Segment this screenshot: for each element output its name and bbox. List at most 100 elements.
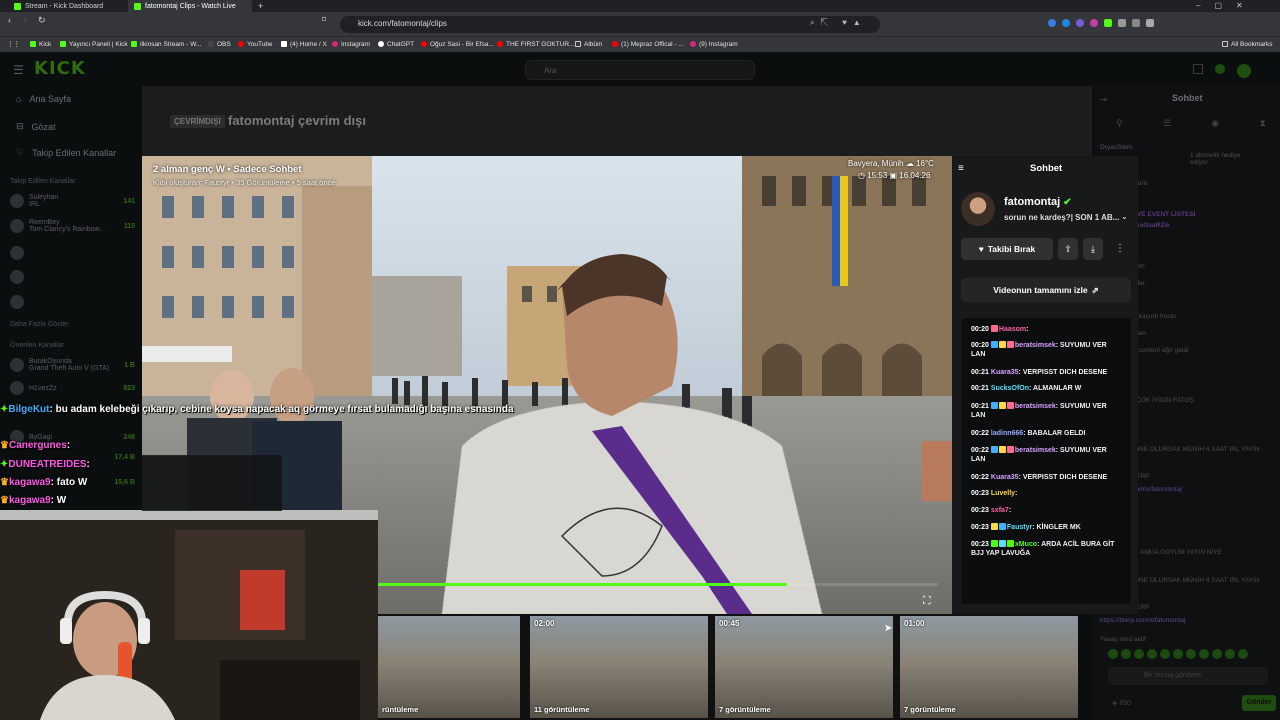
message-text: : BABALAR GELDI [1023,430,1086,437]
send-button[interactable]: Gönder [1242,695,1276,711]
message-username[interactable]: Luvelly [991,490,1015,497]
followed-channel[interactable] [10,270,135,284]
message-username[interactable]: beratsimsek [1015,342,1056,349]
followed-channel[interactable]: ReemBey Tom Clancy's Rainbow... 115 [10,219,135,233]
show-more-link[interactable]: Daha Fazla Göster [10,321,69,328]
clip-thumbnail[interactable]: 00:45 7 görüntüleme [715,616,893,718]
clip-thumbnail[interactable]: 02:00 11 görüntüleme [530,616,708,718]
bookmark-item[interactable]: Instagram [332,36,370,52]
user-badge-icon [998,540,1006,547]
message-username[interactable]: sxfa7 [991,507,1009,514]
clip-thumbnail[interactable]: rüntüleme [378,616,520,718]
nav-home[interactable]: ⌂ Ana Sayfa [16,94,71,104]
message-username[interactable]: SucksOfOn [991,385,1029,392]
header-actions[interactable] [1193,64,1253,78]
chat-message: 00:23 sxfa7: [971,507,1121,516]
fullscreen-icon[interactable]: ⛶ [923,595,931,608]
chat-message: 00:21 Kuara35: VERPISST DICH DESENE [971,369,1121,378]
chevron-down-icon[interactable]: ⌄ [1121,212,1128,221]
collapse-panel-icon[interactable]: ≡ [958,163,964,174]
chat-message-input[interactable]: Bir mesaj gönderin [1108,667,1268,685]
video-progress-track[interactable] [378,583,938,586]
bookmark-item[interactable]: Oğuz Sasi - Bir Efsa... [421,36,494,52]
clip-thumbnail[interactable]: 01:00 7 görüntüleme [900,616,1078,718]
points-counter[interactable]: ◈ 890 [1112,699,1131,707]
bookmark-item[interactable]: (1) Mepraz Offical - ... [612,36,684,52]
extension-icons[interactable] [1048,19,1273,29]
unfollow-button[interactable]: ♥ Takibi Bırak [961,238,1053,260]
all-bookmarks-button[interactable]: All Bookmarks [1222,36,1273,52]
message-time: 00:21 [971,385,989,392]
bookmark-item[interactable]: (9) Instagram [690,36,738,52]
streamer-webcam [0,510,378,720]
address-actions-icon[interactable]: ⌕⇱ ♥▲ [810,18,867,28]
chat-message: 00:20 beratsimsek: SUYUMU VER LAN [971,341,1121,359]
message-username[interactable]: Kuara35 [991,474,1019,481]
recommended-heading: Önerilen Kanallar [10,342,65,349]
external-link-icon: ⇗ [1091,284,1099,295]
bookmark-item[interactable]: Yayıncı Paneli | Kick [60,36,128,52]
bookmark-item[interactable]: YouTube [238,36,273,52]
chat-message: 00:23 Luvelly: [971,490,1121,499]
message-time: 00:22 [971,474,989,481]
kick-logo[interactable]: KICK [34,58,86,79]
user-badge-icon [990,341,998,348]
message-time: 00:22 [971,447,989,454]
chat-message: 00:21 SucksOfOn: ALMANLAR W [971,385,1121,394]
message-username[interactable]: Kuara35 [991,369,1019,376]
forward-icon[interactable]: › [24,15,27,25]
collapse-chat-icon[interactable]: ⇥ [1100,95,1107,104]
list-icon: ☰ [1162,118,1172,128]
tab-kick-dashboard[interactable]: Stream - Kick Dashboard [8,0,126,12]
back-icon[interactable]: ‹ [8,15,11,25]
nav-following[interactable]: ♡ Takip Edilen Kanallar [16,147,116,158]
url-bar[interactable]: kick.com/fatomontaj/clips [340,16,880,33]
reload-icon[interactable]: ↻ [38,15,46,26]
share-icon[interactable]: ⇧ [1058,238,1078,260]
overlay-chat-line: ♛Canergunes: [0,440,71,451]
bookmark-item[interactable]: (4) Home / X [281,36,327,52]
nav-browse[interactable]: ⊟ Gözat [16,121,56,132]
emote-bar[interactable] [1108,649,1278,661]
bookmark-item[interactable]: Kick [30,36,51,52]
bookmark-item[interactable]: THE FIRST GOKTUR... [497,36,575,52]
bookmark-item[interactable]: OBS [208,36,231,52]
window-controls[interactable]: –▢✕ [1196,1,1257,10]
kick-favicon-icon [14,2,21,10]
followed-channel[interactable]: Suleyhan IRL 141 [10,194,135,208]
tab-fatomontaj-clips[interactable]: fatomontaj Clips - Watch Live [128,0,252,12]
user-badge-icon [998,402,1006,409]
followed-channel[interactable] [10,295,135,309]
message-username[interactable]: Haasom [999,326,1026,333]
message-username[interactable]: ladinn666 [991,430,1023,437]
chat-line: https://blerp.com/x/fatomontaj [1100,617,1186,624]
download-icon[interactable]: ⤓ [1083,238,1103,260]
channel-avatar[interactable] [961,192,995,226]
recommended-channel[interactable]: BurakOyunda Grand Theft Auto V (GTA) 1 B [10,358,135,372]
weather-widget: Bavyera, Münih ☁ 16°C [848,159,934,168]
apps-icon[interactable]: ⋮⋮ [7,36,20,52]
user-badge-icon [990,446,998,453]
message-time: 00:23 [971,524,989,531]
message-username[interactable]: beratsimsek [1015,447,1056,454]
search-input[interactable]: Ara [525,60,755,80]
bookmark-page-icon[interactable]: ⌑ [322,15,326,24]
chat-toolbar[interactable]: ⚲ ☰ ◉ ⧗ [1116,118,1266,129]
bookmark-item[interactable]: ilkinsan Stream - W... [131,36,201,52]
menu-icon[interactable]: ☰ [13,63,24,77]
bookmark-item[interactable]: ChatGPT [378,36,414,52]
message-username[interactable]: beratsimsek [1015,403,1056,410]
pin-icon: ⚲ [1116,118,1123,128]
watch-full-video-button[interactable]: Videonun tamamını izle ⇗ [961,278,1131,302]
recommended-channel[interactable]: H1vezZz 923 [10,381,135,395]
channel-name[interactable]: fatomontaj ✔ [1004,196,1072,208]
message-username[interactable]: xMuco [1015,541,1037,548]
clock-icon: ◷ [858,171,865,180]
offline-title: fatomontaj çevrim dışı [228,113,366,128]
followed-channel[interactable] [10,246,135,260]
more-options-icon[interactable]: ⋮ [1110,238,1130,260]
bookmark-folder[interactable]: Albüm [575,36,602,52]
message-username[interactable]: Faustyr [1007,524,1032,531]
new-tab-button[interactable]: + [252,0,266,12]
offline-badge: ÇEVRİMDIŞI [170,115,225,128]
